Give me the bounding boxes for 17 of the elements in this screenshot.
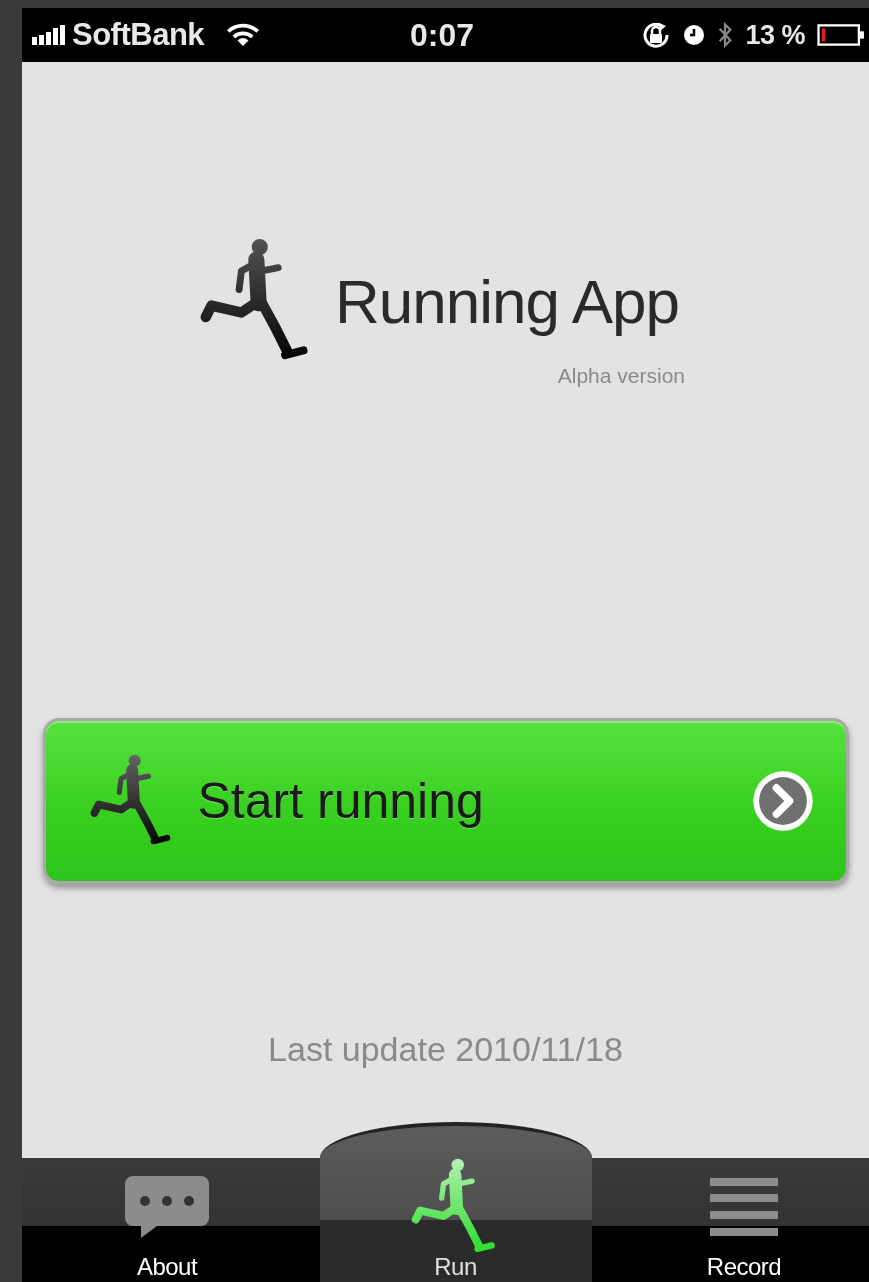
list-icon bbox=[710, 1178, 778, 1236]
app-title: Running App bbox=[334, 265, 680, 337]
alarm-clock-icon bbox=[683, 24, 706, 46]
start-running-button[interactable]: Start running bbox=[42, 718, 849, 884]
tab[interactable]: Record bbox=[659, 1158, 829, 1282]
bluetooth-icon bbox=[717, 21, 734, 49]
tab[interactable]: Run bbox=[319, 1122, 592, 1282]
signal-icon bbox=[32, 25, 66, 45]
carrier-name: SoftBank bbox=[72, 17, 205, 53]
tab[interactable]: About bbox=[82, 1158, 252, 1282]
last-update-text: Last update 2010/11/18 bbox=[268, 1030, 623, 1069]
battery-icon bbox=[817, 24, 865, 46]
battery-percentage: 13 % bbox=[745, 19, 805, 51]
version-label: Alpha version bbox=[557, 364, 685, 388]
speech-bubble-icon bbox=[125, 1176, 209, 1238]
wifi-icon bbox=[226, 23, 261, 47]
clock-time: 0:07 bbox=[410, 16, 475, 54]
